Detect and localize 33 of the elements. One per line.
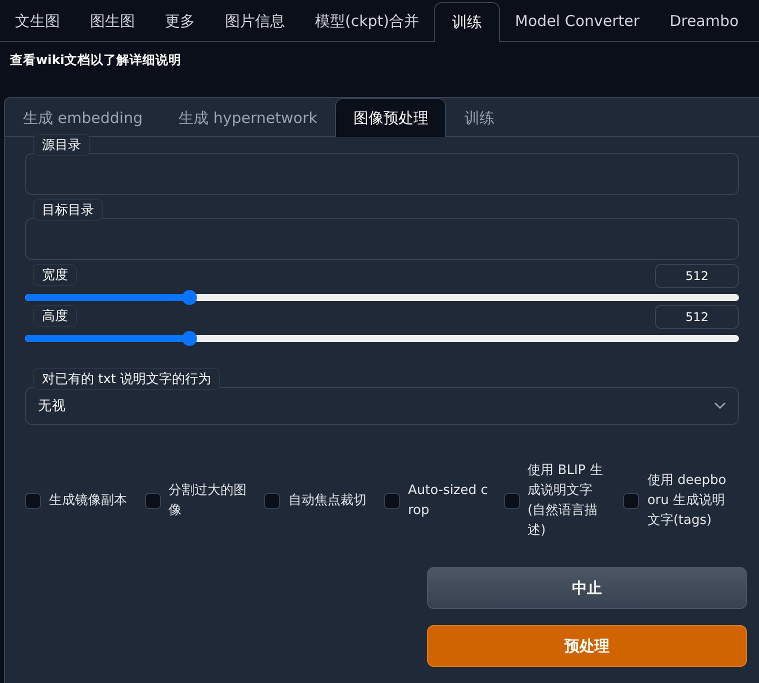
checkbox-label: Auto-sized crop bbox=[408, 482, 489, 520]
dropdown-label: 对已有的 txt 说明文字的行为 bbox=[33, 368, 220, 390]
input-field[interactable] bbox=[25, 218, 739, 260]
checkbox[interactable] bbox=[25, 493, 41, 509]
input-field[interactable] bbox=[25, 153, 739, 195]
checkbox[interactable] bbox=[623, 493, 640, 509]
checkbox-label: 生成镜像副本 bbox=[49, 492, 128, 510]
tab[interactable]: 生成 embedding bbox=[5, 98, 161, 137]
checkbox[interactable] bbox=[384, 493, 400, 509]
field-label: 目标目录 bbox=[33, 199, 103, 221]
slider-label: 高度 bbox=[33, 305, 77, 327]
checkbox-label: 使用 deepbooru 生成说明文字(tags) bbox=[647, 472, 728, 530]
field-label: 源目录 bbox=[33, 134, 90, 156]
checkbox-label: 自动焦点裁切 bbox=[288, 492, 368, 510]
tab[interactable]: 训练 bbox=[446, 98, 512, 137]
dropdown[interactable]: 无视 bbox=[25, 387, 739, 425]
info-text: 查看wiki文档以了解详细说明 bbox=[8, 51, 182, 69]
slider-label: 宽度 bbox=[33, 264, 77, 286]
slider-thumb[interactable] bbox=[182, 290, 198, 305]
tab[interactable]: 训练 bbox=[434, 2, 500, 42]
number-field[interactable]: 512 bbox=[655, 305, 739, 329]
tab[interactable]: 生成 hypernetwork bbox=[160, 98, 336, 137]
preprocess-button[interactable]: 预处理 bbox=[427, 625, 747, 667]
slider-thumb[interactable] bbox=[182, 331, 198, 346]
tab[interactable]: 图像预处理 bbox=[335, 98, 446, 137]
number-field[interactable]: 512 bbox=[655, 264, 739, 288]
checkbox[interactable] bbox=[264, 493, 280, 509]
checkbox-label: 使用 BLIP 生成说明文字(自然语言描述) bbox=[528, 462, 604, 540]
checkbox[interactable] bbox=[144, 493, 161, 509]
checkbox[interactable] bbox=[504, 493, 520, 509]
chevron-down-icon bbox=[714, 402, 726, 410]
stop-button[interactable]: 中止 bbox=[427, 567, 747, 609]
checkbox-label: 分割过大的图像 bbox=[168, 482, 248, 520]
